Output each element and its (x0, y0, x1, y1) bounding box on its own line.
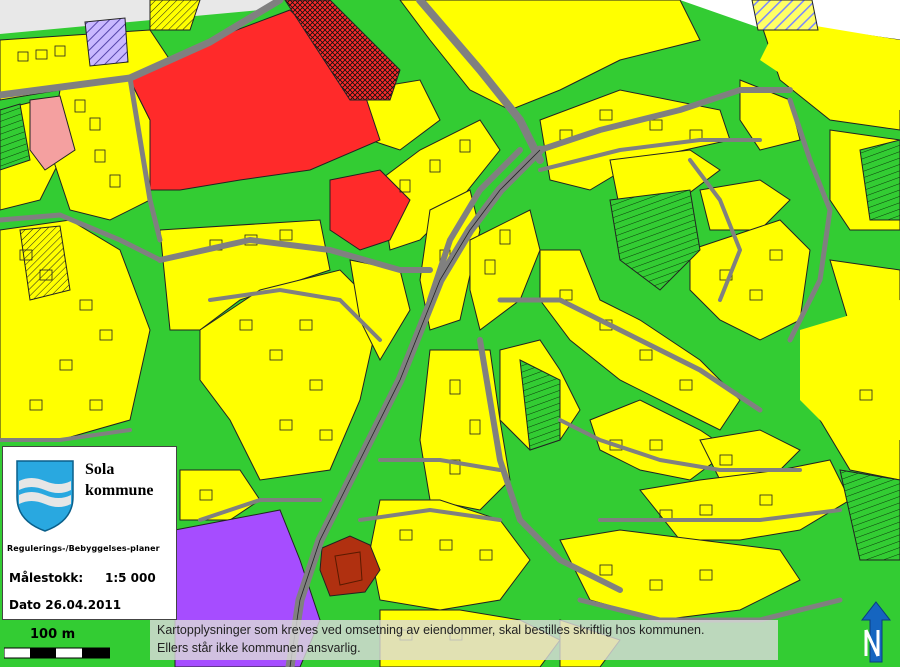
municipality-line2: kommune (85, 482, 154, 499)
municipality-name: Sola kommune (85, 459, 175, 501)
purple-hatched-zone (84, 17, 129, 67)
disclaimer-line2: Ellers står ikke kommunen ansvarlig. (157, 641, 361, 655)
legend-box: Sola kommune Regulerings-/Bebyggelses-pl… (2, 446, 177, 620)
date-label: Dato 26.04.2011 (9, 598, 122, 612)
disclaimer-banner: Kartopplysninger som kreves ved omsetnin… (150, 620, 778, 660)
scale-label: Målestokk: (9, 571, 84, 585)
scale-bar: 100 m (4, 621, 154, 665)
municipality-line1: Sola (85, 461, 115, 478)
disclaimer-line1: Kartopplysninger som kreves ved omsetnin… (157, 623, 705, 637)
scale-bar-graphic (4, 647, 110, 659)
scale-bar-label: 100 m (30, 627, 76, 642)
sola-coat-of-arms-icon (16, 460, 74, 532)
scale-value: 1:5 000 (105, 571, 156, 585)
plan-type-label: Regulerings-/Bebyggelses-planer (7, 544, 160, 553)
blue-hatched-zone (751, 0, 819, 31)
map-viewer[interactable]: Sola kommune Regulerings-/Bebyggelses-pl… (0, 0, 900, 667)
north-arrow-icon[interactable] (856, 600, 896, 664)
